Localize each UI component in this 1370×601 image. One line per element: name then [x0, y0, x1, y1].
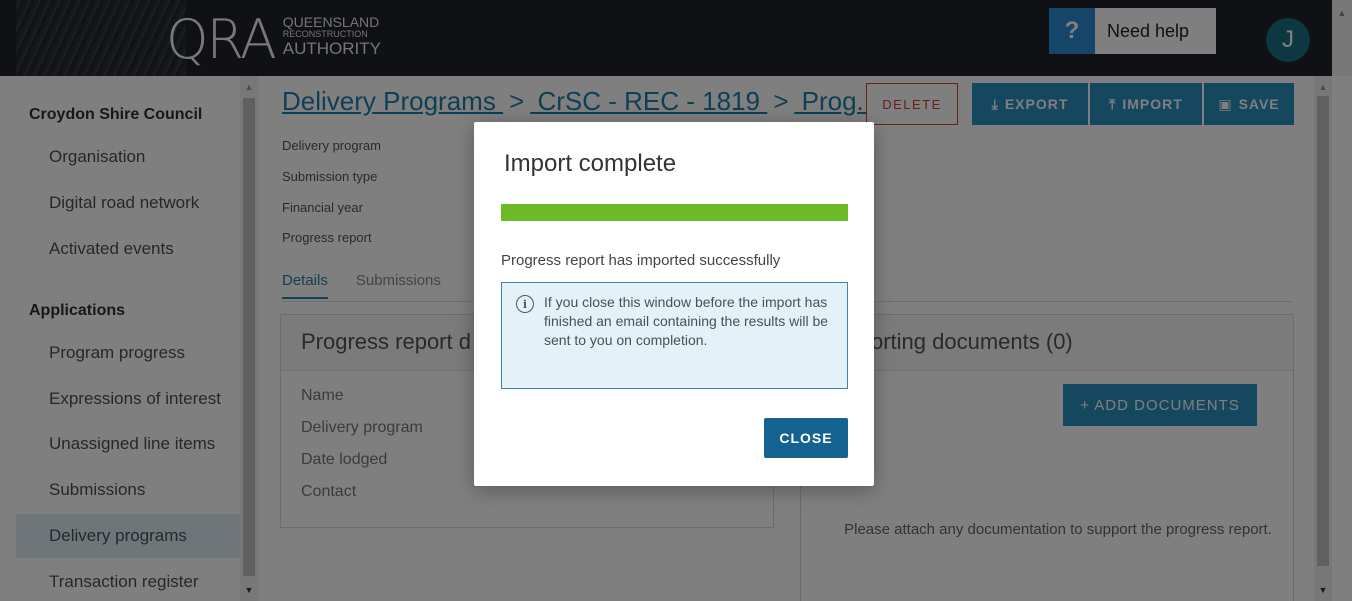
info-icon: i	[516, 295, 534, 313]
window-edge	[1352, 0, 1370, 601]
dialog-title: Import complete	[504, 150, 677, 177]
info-callout: i If you close this window before the im…	[501, 282, 848, 389]
import-complete-dialog: Import complete Progress report has impo…	[474, 122, 874, 486]
import-success-message: Progress report has imported successfull…	[501, 252, 781, 269]
close-button[interactable]: CLOSE	[764, 418, 848, 458]
info-callout-text: If you close this window before the impo…	[544, 294, 829, 348]
import-progress-fill	[501, 204, 848, 221]
import-progress-bar	[501, 204, 848, 221]
